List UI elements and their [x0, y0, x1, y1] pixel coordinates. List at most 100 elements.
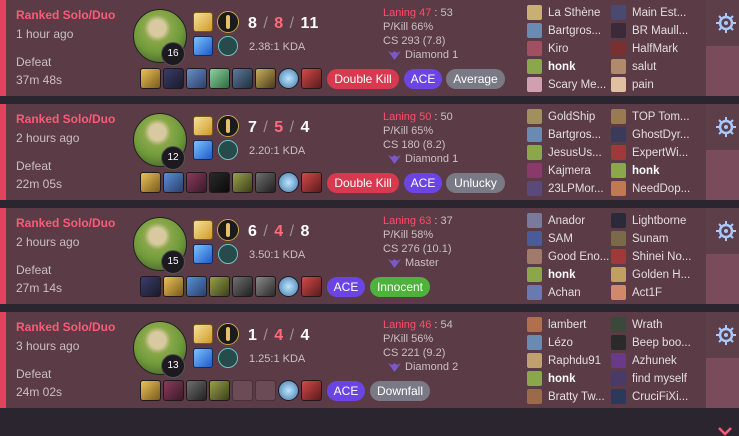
player-entry[interactable]: TOP Tom...: [610, 108, 692, 126]
player-entry[interactable]: GoldShip: [526, 108, 608, 126]
item-icon[interactable]: [163, 172, 184, 193]
player-entry[interactable]: Act1F: [610, 284, 692, 302]
ward-icon[interactable]: [278, 172, 299, 193]
item-icon[interactable]: [163, 68, 184, 89]
player-name[interactable]: Lézo: [548, 334, 573, 352]
player-entry[interactable]: Wrath: [610, 316, 692, 334]
player-name[interactable]: salut: [632, 58, 656, 76]
player-name[interactable]: NeedDop...: [632, 180, 690, 198]
player-entry[interactable]: Lézo: [526, 334, 608, 352]
item-icon[interactable]: [209, 68, 230, 89]
player-name[interactable]: Anador: [548, 212, 585, 230]
player-name[interactable]: Wrath: [632, 316, 662, 334]
player-entry[interactable]: La Sthène: [526, 4, 608, 22]
ward-icon[interactable]: [278, 68, 299, 89]
settings-button[interactable]: [706, 0, 739, 46]
player-entry[interactable]: Bratty Tw...: [526, 388, 608, 406]
player-name[interactable]: find myself: [632, 370, 687, 388]
item-icon[interactable]: [301, 380, 322, 401]
item-icon[interactable]: [232, 172, 253, 193]
player-entry[interactable]: honk: [526, 58, 608, 76]
item-icon[interactable]: [255, 276, 276, 297]
player-name[interactable]: Bratty Tw...: [548, 388, 605, 406]
player-name[interactable]: CruciFiXi...: [632, 388, 688, 406]
player-name[interactable]: HalfMark: [632, 40, 678, 58]
player-entry[interactable]: Sunam: [610, 230, 692, 248]
item-icon[interactable]: [255, 172, 276, 193]
item-icon[interactable]: [163, 276, 184, 297]
item-icon[interactable]: [186, 276, 207, 297]
player-entry[interactable]: Kiro: [526, 40, 608, 58]
item-icon[interactable]: [140, 380, 161, 401]
settings-button[interactable]: [706, 312, 739, 358]
ward-icon[interactable]: [278, 380, 299, 401]
player-entry[interactable]: honk: [610, 162, 692, 180]
item-icon[interactable]: [209, 276, 230, 297]
match-card[interactable]: Ranked Solo/Duo 3 hours ago Defeat 24m 0…: [0, 312, 739, 436]
item-icon[interactable]: [209, 172, 230, 193]
player-entry[interactable]: Bartgros...: [526, 126, 608, 144]
item-icon[interactable]: [140, 276, 161, 297]
player-name[interactable]: Scary Me...: [548, 76, 606, 94]
player-entry[interactable]: JesusUs...: [526, 144, 608, 162]
player-name[interactable]: Main Est...: [632, 4, 686, 22]
expand-button[interactable]: [706, 46, 739, 124]
match-card[interactable]: Ranked Solo/Duo 2 hours ago Defeat 22m 0…: [0, 104, 739, 228]
player-name[interactable]: Lightborne: [632, 212, 686, 230]
item-icon[interactable]: [186, 68, 207, 89]
expand-button[interactable]: [706, 358, 739, 436]
player-name[interactable]: JesusUs...: [548, 144, 602, 162]
player-entry[interactable]: HalfMark: [610, 40, 692, 58]
item-icon[interactable]: [301, 68, 322, 89]
player-entry[interactable]: Good Eno...: [526, 248, 609, 266]
expand-button[interactable]: [706, 254, 739, 332]
player-name[interactable]: Azhunek: [632, 352, 677, 370]
player-entry[interactable]: Golden H...: [610, 266, 692, 284]
item-icon[interactable]: [232, 276, 253, 297]
player-name[interactable]: honk: [548, 58, 575, 76]
player-name[interactable]: Shinei No...: [632, 248, 691, 266]
item-icon[interactable]: [186, 172, 207, 193]
player-entry[interactable]: Scary Me...: [526, 76, 608, 94]
player-entry[interactable]: Lightborne: [610, 212, 692, 230]
match-card[interactable]: Ranked Solo/Duo 1 hour ago Defeat 37m 48…: [0, 0, 739, 124]
match-card[interactable]: Ranked Solo/Duo 2 hours ago Defeat 27m 1…: [0, 208, 739, 332]
player-entry[interactable]: pain: [610, 76, 692, 94]
player-entry[interactable]: honk: [526, 266, 608, 284]
player-name[interactable]: honk: [548, 370, 575, 388]
item-icon[interactable]: [140, 68, 161, 89]
player-entry[interactable]: 23LPMor...: [526, 180, 608, 198]
player-name[interactable]: Golden H...: [632, 266, 690, 284]
item-icon[interactable]: [140, 172, 161, 193]
player-name[interactable]: Kajmera: [548, 162, 591, 180]
player-name[interactable]: GoldShip: [548, 108, 595, 126]
settings-button[interactable]: [706, 208, 739, 254]
player-entry[interactable]: NeedDop...: [610, 180, 692, 198]
item-icon[interactable]: [186, 380, 207, 401]
ward-icon[interactable]: [278, 276, 299, 297]
player-entry[interactable]: CruciFiXi...: [610, 388, 692, 406]
player-entry[interactable]: GhostDyr...: [610, 126, 692, 144]
player-name[interactable]: BR Maull...: [632, 22, 688, 40]
player-entry[interactable]: salut: [610, 58, 692, 76]
player-entry[interactable]: Kajmera: [526, 162, 608, 180]
player-name[interactable]: Sunam: [632, 230, 668, 248]
player-name[interactable]: honk: [632, 162, 659, 180]
item-icon[interactable]: [209, 380, 230, 401]
player-name[interactable]: honk: [548, 266, 575, 284]
player-name[interactable]: Beep boo...: [632, 334, 691, 352]
player-name[interactable]: pain: [632, 76, 654, 94]
player-entry[interactable]: SAM: [526, 230, 608, 248]
player-entry[interactable]: lambert: [526, 316, 608, 334]
player-name[interactable]: Kiro: [548, 40, 568, 58]
player-name[interactable]: Bartgros...: [548, 22, 601, 40]
player-entry[interactable]: Raphdu91: [526, 352, 608, 370]
item-icon[interactable]: [301, 172, 322, 193]
player-name[interactable]: Good Eno...: [548, 248, 609, 266]
player-entry[interactable]: Achan: [526, 284, 608, 302]
player-name[interactable]: Act1F: [632, 284, 662, 302]
item-icon[interactable]: [163, 380, 184, 401]
player-entry[interactable]: Anador: [526, 212, 608, 230]
player-name[interactable]: Bartgros...: [548, 126, 601, 144]
player-name[interactable]: 23LPMor...: [548, 180, 604, 198]
